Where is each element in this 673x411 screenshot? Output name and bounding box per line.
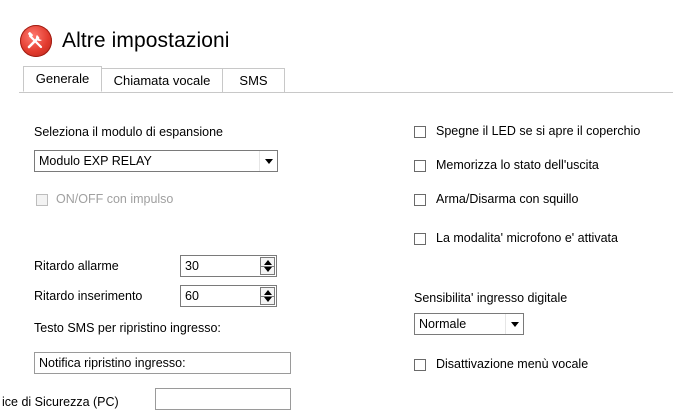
- spin-arrows-icon[interactable]: [260, 257, 275, 275]
- ring-arm-checkbox[interactable]: [414, 194, 426, 206]
- sms-restore-input[interactable]: Notifica ripristino ingresso:: [34, 352, 291, 374]
- pc-code-label: ice di Sicurezza (PC): [2, 395, 119, 409]
- alarm-delay-value: 30: [185, 259, 199, 273]
- arm-delay-label: Ritardo inserimento: [34, 289, 143, 303]
- spin-arrows-icon[interactable]: [260, 287, 275, 305]
- impulse-label: ON/OFF con impulso: [56, 192, 174, 206]
- store-output-label: Memorizza lo stato dell'uscita: [436, 158, 599, 172]
- expansion-module-label: Seleziona il modulo di espansione: [34, 125, 224, 139]
- tab-chiamata-vocale[interactable]: Chiamata vocale: [102, 68, 223, 92]
- chevron-down-icon[interactable]: [505, 314, 523, 334]
- microphone-checkbox[interactable]: [414, 233, 426, 245]
- store-output-checkbox[interactable]: [414, 160, 426, 172]
- tab-generale[interactable]: Generale: [23, 66, 102, 92]
- tab-label: Chiamata vocale: [113, 73, 211, 88]
- alarm-delay-stepper[interactable]: 30: [180, 255, 277, 277]
- expansion-module-value: Modulo EXP RELAY: [39, 154, 152, 168]
- led-cover-label: Spegne il LED se si apre il coperchio: [436, 124, 641, 138]
- arm-delay-stepper[interactable]: 60: [180, 285, 277, 307]
- chevron-down-icon[interactable]: [259, 151, 277, 171]
- tab-sms[interactable]: SMS: [223, 68, 285, 92]
- tab-label: SMS: [239, 73, 268, 88]
- tab-label: Generale: [35, 71, 90, 86]
- expansion-module-select[interactable]: Modulo EXP RELAY: [34, 150, 278, 172]
- sms-restore-label: Testo SMS per ripristino ingresso:: [34, 321, 221, 335]
- sensitivity-label: Sensibilita' ingresso digitale: [414, 291, 568, 305]
- alarm-delay-label: Ritardo allarme: [34, 259, 119, 273]
- voice-menu-checkbox[interactable]: [414, 359, 426, 371]
- ring-arm-label: Arma/Disarma con squillo: [436, 192, 579, 206]
- arm-delay-value: 60: [185, 289, 199, 303]
- pc-code-input[interactable]: [155, 388, 291, 410]
- sms-restore-value: Notifica ripristino ingresso:: [39, 356, 186, 370]
- page-title: Altre impostazioni: [62, 29, 230, 52]
- led-cover-checkbox[interactable]: [414, 126, 426, 138]
- sensitivity-value: Normale: [419, 317, 467, 331]
- voice-menu-label: Disattivazione menù vocale: [436, 357, 589, 371]
- sensitivity-select[interactable]: Normale: [414, 313, 524, 335]
- tools-icon: [20, 25, 52, 57]
- microphone-label: La modalita' microfono e' attivata: [436, 231, 618, 245]
- impulse-checkbox[interactable]: [36, 194, 48, 206]
